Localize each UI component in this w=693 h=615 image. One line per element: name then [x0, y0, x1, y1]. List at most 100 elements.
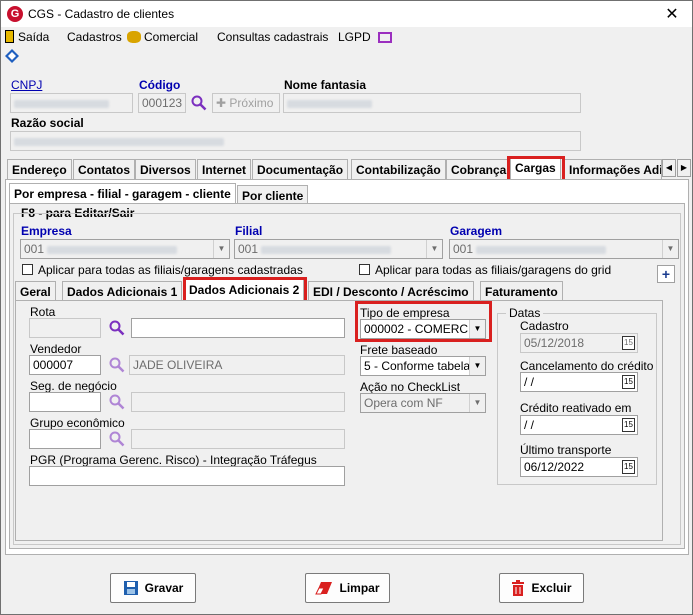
tab-faturamento[interactable]: Faturamento	[480, 281, 563, 301]
tab-diversos[interactable]: Diversos	[135, 159, 196, 179]
chevron-down-icon: ▼	[469, 394, 485, 412]
excluir-label: Excluir	[531, 581, 572, 595]
acao-checklist-value: Opera com NF	[364, 396, 443, 410]
reativado-date-field[interactable]: / / 15	[520, 415, 638, 435]
tab-endereco[interactable]: Endereço	[7, 159, 72, 179]
cadastro-date-value: 05/12/2018	[524, 336, 585, 350]
proximo-label: Próximo	[229, 96, 274, 110]
vendedor-label: Vendedor	[30, 342, 82, 356]
excluir-button[interactable]: Excluir	[499, 573, 584, 603]
chevron-down-icon: ▼	[469, 357, 485, 375]
filial-value: 001	[238, 242, 259, 256]
tab-scroll-right-icon[interactable]: ▶	[677, 159, 691, 177]
tab-contatos[interactable]: Contatos	[73, 159, 135, 179]
menu-comercial[interactable]: Comercial	[127, 30, 198, 44]
tab-edi-desconto[interactable]: EDI / Desconto / Acréscimo	[308, 281, 474, 301]
gravar-button[interactable]: Gravar	[110, 573, 196, 603]
search-icon[interactable]	[109, 320, 125, 336]
grupo-economico-code-field[interactable]	[29, 429, 101, 449]
title-bar: G CGS - Cadastro de clientes ✕	[1, 1, 692, 27]
menu-saida-label: Saída	[18, 30, 50, 44]
reativado-date-value: / /	[524, 418, 535, 432]
subtab-por-cliente[interactable]: Por cliente	[237, 185, 309, 205]
main-tabs: Endereço Contatos Diversos Internet Docu…	[5, 157, 691, 179]
garagem-value: 001	[453, 242, 474, 256]
menu-consultas[interactable]: Consultas cadastrais	[217, 30, 328, 44]
seg-negocio-desc-field[interactable]	[131, 392, 345, 412]
tab-documentacao[interactable]: Documentação	[252, 159, 349, 179]
highlight-tipo-empresa	[355, 301, 492, 342]
search-icon[interactable]	[191, 95, 207, 111]
cadastro-date-field[interactable]: 05/12/2018 15	[520, 333, 638, 353]
monitor-icon	[378, 32, 393, 43]
rota-label: Rota	[30, 305, 56, 319]
proximo-button[interactable]: ✚ Próximo	[212, 93, 280, 113]
acao-checklist-label: Ação no CheckList	[360, 380, 461, 394]
trash-icon	[512, 580, 525, 596]
empresa-value: 001	[24, 242, 45, 256]
tab-informacoes-adicionais[interactable]: Informações Adi	[564, 159, 662, 179]
calendar-icon[interactable]: 15	[622, 418, 635, 432]
calendar-icon[interactable]: 15	[622, 375, 635, 389]
search-icon[interactable]	[109, 394, 125, 410]
grupo-economico-desc-field[interactable]	[131, 429, 345, 449]
empresa-combo[interactable]: 001 ▼	[20, 239, 230, 259]
search-icon[interactable]	[109, 357, 125, 373]
limpar-label: Limpar	[339, 581, 380, 595]
calendar-icon[interactable]: 15	[622, 336, 635, 350]
cadastro-label: Cadastro	[520, 319, 569, 333]
aplicar-grid-checkbox[interactable]	[359, 264, 370, 275]
razao-social-field[interactable]	[10, 131, 581, 151]
ultimo-transporte-date-value: 06/12/2022	[524, 460, 585, 474]
vendedor-code-field[interactable]: 000007	[29, 355, 101, 375]
cnpj-link[interactable]: CNPJ	[11, 78, 42, 92]
cancelamento-label: Cancelamento do crédito	[520, 359, 654, 373]
limpar-button[interactable]: Limpar	[305, 573, 390, 603]
datas-title: Datas	[506, 306, 544, 320]
pgr-field[interactable]	[29, 466, 345, 486]
seg-negocio-code-field[interactable]	[29, 392, 101, 412]
menu-saida[interactable]: Saída	[5, 30, 49, 44]
codigo-label: Código	[139, 78, 181, 92]
razao-social-label: Razão social	[11, 116, 84, 130]
aplicar-grid-label: Aplicar para todas as filiais/garagens d…	[375, 263, 612, 277]
codigo-field[interactable]: 000123	[138, 93, 186, 113]
frete-baseado-value: 5 - Conforme tabela	[364, 359, 471, 373]
subtab-por-empresa[interactable]: Por empresa - filial - garagem - cliente	[9, 183, 236, 205]
cnpj-field[interactable]	[10, 93, 133, 113]
garagem-label: Garagem	[450, 224, 503, 238]
tab-dados-adicionais-1[interactable]: Dados Adicionais 1	[62, 281, 183, 301]
aplicar-filiais-checkbox[interactable]	[22, 264, 33, 275]
seg-negocio-label: Seg. de negócio	[30, 379, 117, 393]
close-button[interactable]: ✕	[662, 4, 682, 24]
grupo-economico-label: Grupo econômico	[30, 416, 125, 430]
frete-baseado-combo[interactable]: 5 - Conforme tabela ▼	[360, 356, 486, 376]
calendar-icon[interactable]: 15	[622, 460, 635, 474]
ultimo-transporte-date-field[interactable]: 06/12/2022 15	[520, 457, 638, 477]
add-button[interactable]: +	[657, 265, 675, 283]
menu-cadastros[interactable]: Cadastros	[67, 30, 122, 44]
tab-cobranca[interactable]: Cobrança	[446, 159, 512, 179]
window-title: CGS - Cadastro de clientes	[28, 7, 175, 21]
menu-lgpd[interactable]: LGPD	[338, 30, 393, 44]
aplicar-filiais-label: Aplicar para todas as filiais/garagens c…	[38, 263, 303, 277]
tab-geral[interactable]: Geral	[15, 281, 56, 301]
acao-checklist-combo[interactable]: Opera com NF ▼	[360, 393, 486, 413]
tab-contabilizacao[interactable]: Contabilização	[351, 159, 446, 179]
chevron-down-icon: ▼	[213, 240, 229, 258]
diamond-icon[interactable]	[5, 49, 19, 63]
tab-internet[interactable]: Internet	[197, 159, 252, 179]
search-icon[interactable]	[109, 431, 125, 447]
nome-fantasia-field[interactable]	[283, 93, 581, 113]
save-icon	[123, 581, 138, 595]
nome-fantasia-label: Nome fantasia	[284, 78, 367, 92]
cancelamento-date-field[interactable]: / / 15	[520, 372, 638, 392]
rota-code-field[interactable]	[29, 318, 101, 338]
frete-baseado-label: Frete baseado	[360, 343, 438, 357]
coins-icon	[127, 31, 141, 43]
rota-desc-field[interactable]	[131, 318, 345, 338]
garagem-combo[interactable]: 001 ▼	[449, 239, 679, 259]
vendedor-name-field[interactable]: JADE OLIVEIRA	[129, 355, 345, 375]
filial-combo[interactable]: 001 ▼	[234, 239, 443, 259]
tab-scroll-left-icon[interactable]: ◀	[662, 159, 676, 177]
